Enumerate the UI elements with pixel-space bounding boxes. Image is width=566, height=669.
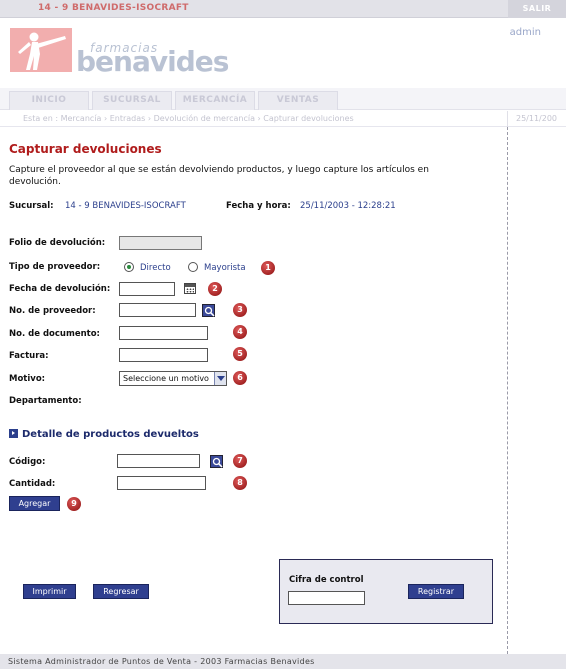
tab-mercancia[interactable]: MERCANCÍA	[175, 91, 255, 110]
footer: Sistema Administrador de Puntos de Venta…	[0, 654, 566, 669]
tab-ventas[interactable]: VENTAS	[258, 91, 338, 110]
chevron-down-icon	[214, 372, 226, 385]
documento-field[interactable]	[119, 326, 208, 340]
top-bar: 14 - 9 BENAVIDES-ISOCRAFT SALIR	[0, 0, 566, 18]
fecha-devolucion-field[interactable]	[119, 282, 175, 296]
breadcrumb-date: 25/11/200	[507, 111, 566, 127]
step-badge-6: 6	[233, 371, 247, 385]
imprimir-button[interactable]: Imprimir	[23, 584, 76, 599]
step-badge-5: 5	[233, 347, 247, 361]
radio-directo-label: Directo	[140, 263, 171, 273]
step-badge-8: 8	[233, 476, 247, 490]
tab-sucursal[interactable]: SUCURSAL	[92, 91, 172, 110]
store-name: 14 - 9 BENAVIDES-ISOCRAFT	[38, 3, 189, 13]
factura-field[interactable]	[119, 348, 208, 362]
calendar-icon[interactable]	[184, 283, 196, 294]
fecha-hora-value: 25/11/2003 - 12:28:21	[300, 201, 396, 211]
documento-label: No. de documento:	[9, 329, 100, 339]
radio-mayorista[interactable]	[188, 262, 198, 272]
registrar-button[interactable]: Registrar	[408, 584, 464, 599]
codigo-field[interactable]	[117, 454, 200, 468]
logout-button[interactable]: SALIR	[508, 0, 566, 18]
page-intro: Capture el proveedor al que se están dev…	[9, 165, 429, 187]
header: farmacias benavides admin	[0, 18, 566, 88]
magnifier-icon[interactable]	[210, 455, 223, 468]
sucursal-value: 14 - 9 BENAVIDES-ISOCRAFT	[65, 201, 186, 211]
breadcrumb-bar: Esta en : Mercancía › Entradas › Devoluc…	[0, 111, 566, 127]
brand-logo: farmacias benavides	[10, 28, 229, 78]
motivo-select-value: Seleccione un motivo	[123, 374, 209, 383]
cantidad-field[interactable]	[117, 476, 206, 490]
regresar-button[interactable]: Regresar	[93, 584, 149, 599]
radio-mayorista-label: Mayorista	[204, 263, 246, 273]
step-badge-4: 4	[233, 325, 247, 339]
detalle-section-title: Detalle de productos devueltos	[9, 429, 199, 440]
sucursal-label: Sucursal:	[9, 201, 54, 211]
user-name: admin	[509, 27, 541, 38]
motivo-label: Motivo:	[9, 374, 46, 384]
folio-label: Folio de devolución:	[9, 238, 106, 248]
cantidad-label: Cantidad:	[9, 479, 56, 489]
brand-big: benavides	[76, 45, 229, 78]
tipo-proveedor-label: Tipo de proveedor:	[9, 262, 101, 272]
factura-label: Factura:	[9, 351, 49, 361]
play-arrow-icon	[9, 429, 18, 438]
proveedor-label: No. de proveedor:	[9, 306, 96, 316]
radio-directo[interactable]	[124, 262, 134, 272]
motivo-select[interactable]: Seleccione un motivo	[119, 371, 227, 386]
step-badge-1: 1	[261, 261, 275, 275]
codigo-label: Código:	[9, 457, 46, 467]
breadcrumb: Esta en : Mercancía › Entradas › Devoluc…	[23, 114, 354, 123]
control-box: Cifra de control Registrar	[279, 559, 493, 624]
step-badge-7: 7	[233, 454, 247, 468]
step-badge-9: 9	[67, 497, 81, 511]
step-badge-2: 2	[208, 282, 222, 296]
logo-mark	[10, 28, 72, 72]
detalle-title-text: Detalle de productos devueltos	[22, 429, 199, 440]
main-nav: INICIO SUCURSAL MERCANCÍA VENTAS	[0, 88, 566, 110]
cifra-control-field[interactable]	[288, 591, 365, 605]
right-column	[507, 127, 566, 654]
step-badge-3: 3	[233, 303, 247, 317]
tab-inicio[interactable]: INICIO	[9, 91, 89, 110]
fecha-devolucion-label: Fecha de devolución:	[9, 284, 111, 294]
page-title: Capturar devoluciones	[9, 142, 162, 156]
cifra-control-label: Cifra de control	[289, 575, 364, 585]
fecha-hora-label: Fecha y hora:	[226, 201, 291, 211]
agregar-button[interactable]: Agregar	[9, 496, 60, 511]
magnifier-icon[interactable]	[202, 304, 215, 317]
departamento-label: Departamento:	[9, 396, 82, 406]
proveedor-field[interactable]	[119, 303, 196, 317]
folio-field	[119, 236, 202, 250]
